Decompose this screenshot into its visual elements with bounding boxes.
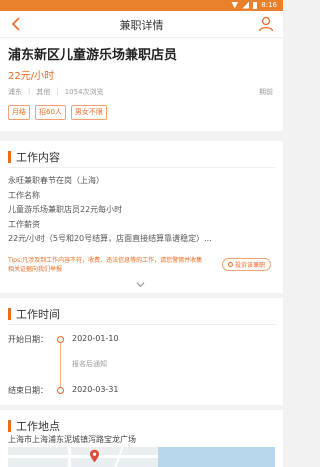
- page-title: 兼职详情: [119, 19, 164, 32]
- content-line: 工作薪资: [8, 219, 40, 229]
- job-views: 1054次浏览: [64, 88, 104, 96]
- section-divider: [8, 324, 275, 325]
- meta-divider: |: [56, 87, 59, 95]
- work-address: 上海市上海浦东泥城镇泻路宝龙广场: [8, 435, 136, 444]
- work-location-card: 工作地点 上海市上海浦东泥城镇泻路宝龙广场: [0, 410, 283, 467]
- end-date: 2020-03-31: [72, 385, 119, 394]
- section-title: 工作地点: [16, 420, 60, 433]
- job-district: 浦东: [8, 88, 22, 96]
- wifi-icon: [231, 1, 239, 9]
- meta-divider: |: [28, 87, 31, 95]
- nav-bar: 兼职详情: [0, 11, 283, 38]
- safety-tips: Tips:凡涉及到工作内容不符，收费、违法信息等的工作，请您警惕并收集相关证据向…: [8, 257, 203, 273]
- work-content-header: 工作内容: [8, 149, 60, 165]
- start-date-label: 开始日期：: [8, 335, 48, 344]
- status-time: 8:16: [261, 1, 277, 9]
- content-line: 22元/小时（5号和20号结算，店面直接结算靠谱稳定）...: [8, 234, 212, 244]
- work-time-header: 工作时间: [8, 306, 60, 322]
- timeline-note: 报名后通知: [72, 360, 107, 368]
- status-bar: 8:16: [0, 0, 283, 11]
- job-region-tag: 期前: [259, 88, 273, 96]
- work-content-text: 永旺兼职春节在岗（上海） 工作名称 儿童游乐场兼职店员22元每小时 工作薪资 2…: [8, 174, 275, 247]
- section-divider: [8, 167, 275, 168]
- section-title: 工作时间: [16, 308, 60, 321]
- job-summary-card: 浦东新区儿童游乐场兼职店员 22元/小时 浦东 | 其他 | 1054次浏览 期…: [0, 38, 283, 131]
- work-content-card: 工作内容 永旺兼职春节在岗（上海） 工作名称 儿童游乐场兼职店员22元每小时 工…: [0, 141, 283, 293]
- map-pin-icon: [90, 449, 99, 463]
- content-line: 工作名称: [8, 190, 40, 200]
- section-accent-bar: [8, 420, 11, 432]
- timeline-dot: [57, 336, 64, 343]
- report-button[interactable]: 投诉该兼职: [221, 258, 271, 271]
- report-icon: [227, 262, 233, 267]
- job-category: 其他: [36, 88, 51, 96]
- section-title: 工作内容: [16, 151, 60, 164]
- work-time-card: 工作时间 开始日期： 2020-01-10 报名后通知 结束日期： 2020-0…: [0, 298, 283, 405]
- job-tag: 月结: [8, 105, 30, 120]
- map-road: [8, 455, 158, 458]
- signal-icon: [242, 1, 250, 9]
- end-date-label: 结束日期：: [8, 386, 48, 395]
- job-meta: 浦东 | 其他 | 1054次浏览: [8, 87, 104, 97]
- job-tag: 男女不限: [70, 105, 107, 120]
- location-map[interactable]: [8, 447, 275, 467]
- timeline-line: [60, 338, 61, 388]
- battery-icon: [253, 1, 258, 9]
- work-location-header: 工作地点: [8, 418, 60, 434]
- section-accent-bar: [8, 308, 11, 320]
- content-line: 永旺兼职春节在岗（上海）: [8, 176, 104, 185]
- map-water: [158, 447, 275, 467]
- job-title: 浦东新区儿童游乐场兼职店员: [8, 48, 178, 63]
- job-tags: 月结 招60人 男女不限: [8, 105, 107, 120]
- start-date: 2020-01-10: [72, 334, 119, 343]
- section-accent-bar: [8, 151, 11, 163]
- map-road: [68, 447, 71, 467]
- chevron-down-icon[interactable]: [136, 280, 145, 289]
- report-label: 投诉该兼职: [234, 262, 265, 269]
- content-line: 儿童游乐场兼职店员22元每小时: [8, 205, 123, 215]
- job-tag: 招60人: [35, 105, 66, 120]
- timeline-dot: [57, 387, 64, 394]
- user-icon[interactable]: [257, 15, 275, 33]
- job-salary: 22元/小时: [8, 71, 55, 82]
